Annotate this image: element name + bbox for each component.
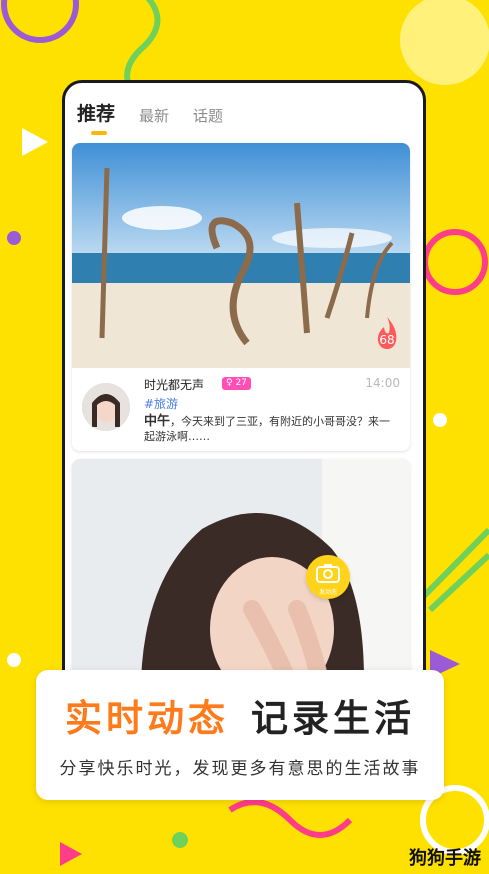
gender-age-badge: ♀ 27: [222, 377, 251, 390]
beach-photo: [72, 143, 410, 368]
username[interactable]: 时光都无声: [144, 376, 204, 393]
heat-count: 68: [379, 333, 395, 347]
feed-tabs: 推荐 最新 话题: [77, 99, 247, 135]
banner-headline: 实时动态 记录生活: [36, 688, 444, 742]
headline-part-1: 实时动态: [65, 697, 229, 740]
camera-icon: [316, 564, 340, 583]
post-text: 中午，今天来到了三亚，有附近的小哥哥没？来一起游泳啊……: [144, 414, 399, 444]
banner-subline: 分享快乐时光，发现更多有意思的生活故事: [59, 759, 421, 779]
phone-frame: 推荐 最新 话题 68 时光都无声 ♀ 27 14:00 #旅游 中午，今天来到…: [62, 80, 426, 726]
avatar-portrait: [82, 383, 130, 431]
post-body: ，今天来到了三亚，有附近的小哥哥没？来一起游泳啊……: [144, 415, 391, 443]
avatar[interactable]: [82, 383, 130, 431]
tab-recommended[interactable]: 推荐: [77, 99, 115, 135]
tab-latest[interactable]: 最新: [139, 105, 169, 126]
post-moment-label: 发动态: [318, 589, 337, 596]
watermark-text: 狗狗手游: [409, 848, 481, 869]
post-moment-button[interactable]: 发动态: [306, 555, 350, 599]
topic-tag[interactable]: #旅游: [144, 395, 178, 412]
tab-topics[interactable]: 话题: [193, 105, 223, 126]
promo-banner: 实时动态 记录生活 分享快乐时光，发现更多有意思的生活故事: [36, 670, 444, 800]
post-time: 14:00: [365, 376, 400, 390]
headline-part-2: 记录生活: [251, 697, 415, 740]
feed-card[interactable]: 68 时光都无声 ♀ 27 14:00 #旅游 中午，今天来到了三亚，有附近的小…: [72, 143, 410, 451]
post-time-of-day: 中午: [144, 414, 171, 429]
